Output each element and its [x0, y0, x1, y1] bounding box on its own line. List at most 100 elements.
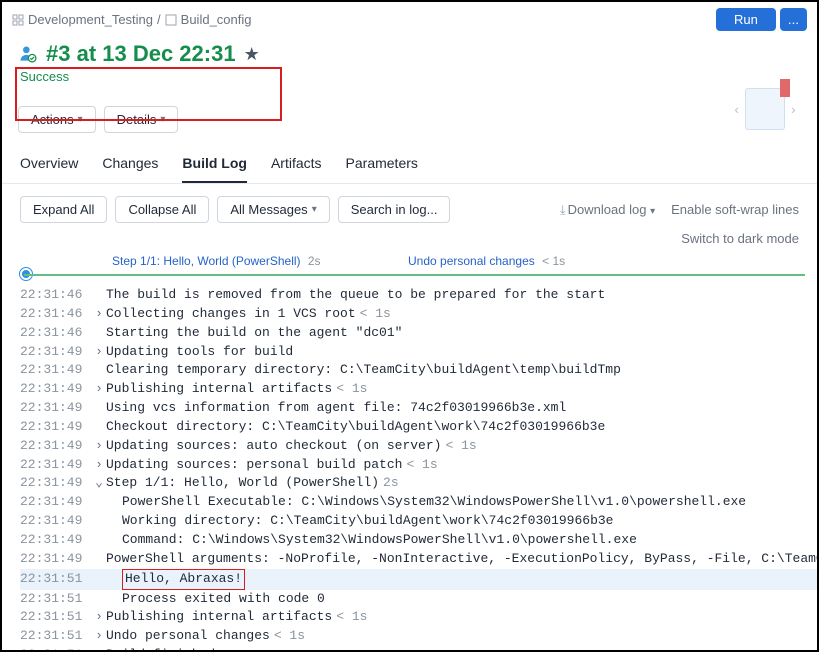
build-timeline[interactable]: Step 1/1: Hello, World (PowerShell) 2s U… — [14, 254, 805, 280]
log-message: Updating sources: personal build patch — [106, 456, 402, 475]
download-icon: ⤓ — [560, 202, 566, 217]
log-message: Collecting changes in 1 VCS root — [106, 305, 356, 324]
log-message: Clearing temporary directory: C:\TeamCit… — [106, 361, 621, 380]
config-icon — [165, 14, 177, 26]
expand-icon[interactable]: › — [92, 627, 106, 646]
build-thumbnail[interactable] — [745, 88, 785, 130]
log-timestamp: 22:31:49 — [20, 474, 92, 493]
all-messages-button[interactable]: All Messages▾ — [217, 196, 329, 223]
timeline-undo-label[interactable]: Undo personal changes < 1s — [408, 254, 565, 268]
log-line[interactable]: 22:31:51 Process exited with code 0 — [20, 590, 817, 609]
prev-build-arrow[interactable]: ‹ — [734, 101, 739, 117]
log-timestamp: 22:31:49 — [20, 418, 92, 437]
breadcrumb: Development_Testing / Build_config — [12, 8, 251, 31]
log-line[interactable]: 22:31:49›Updating tools for build — [20, 343, 817, 362]
download-log-link[interactable]: ⤓Download log ▾ — [560, 202, 655, 218]
thumbnail-marker — [780, 79, 790, 97]
tab-parameters[interactable]: Parameters — [346, 155, 418, 183]
log-timestamp: 22:31:49 — [20, 399, 92, 418]
expand-icon[interactable]: › — [92, 456, 106, 475]
log-line[interactable]: 22:31:49PowerShell Executable: C:\Window… — [20, 493, 817, 512]
build-thumbnail-nav: ‹ › — [725, 79, 805, 139]
collapse-icon[interactable]: ⌄ — [92, 474, 106, 493]
log-duration: < 1s — [445, 437, 476, 456]
log-message: Publishing internal artifacts — [106, 380, 332, 399]
log-line[interactable]: 22:31:49PowerShell arguments: -NoProfile… — [20, 550, 817, 569]
log-line[interactable]: 22:31:49 Clearing temporary directory: C:… — [20, 361, 817, 380]
log-line[interactable]: 22:31:49›Updating sources: personal buil… — [20, 456, 817, 475]
expand-icon[interactable]: › — [92, 305, 106, 324]
log-timestamp: 22:31:49 — [20, 437, 92, 456]
tab-artifacts[interactable]: Artifacts — [271, 155, 322, 183]
next-build-arrow[interactable]: › — [791, 101, 796, 117]
breadcrumb-project[interactable]: Development_Testing — [28, 12, 153, 27]
run-button[interactable]: Run — [716, 8, 776, 31]
log-message: Hello, Abraxas! — [122, 569, 245, 590]
log-timestamp: 22:31:49 — [20, 343, 92, 362]
log-message: Undo personal changes — [106, 627, 270, 646]
log-timestamp: 22:31:51 — [20, 570, 92, 589]
expand-icon[interactable]: › — [92, 437, 106, 456]
actions-button[interactable]: Actions▾ — [18, 106, 96, 133]
log-timestamp: 22:31:49 — [20, 361, 92, 380]
log-message: Updating sources: auto checkout (on serv… — [106, 437, 441, 456]
expand-icon[interactable]: › — [92, 380, 106, 399]
log-timestamp: 22:31:49 — [20, 531, 92, 550]
log-duration: < 1s — [406, 456, 437, 475]
log-line[interactable]: 22:31:51Build finished — [20, 646, 817, 652]
log-timestamp: 22:31:49 — [20, 493, 92, 512]
log-line[interactable]: 22:31:51›Undo personal changes< 1s — [20, 627, 817, 646]
chevron-down-icon: ▾ — [160, 114, 165, 125]
log-timestamp: 22:31:51 — [20, 646, 92, 652]
log-message: Starting the build on the agent "dc01" — [106, 324, 402, 343]
log-message: The build is removed from the queue to b… — [106, 286, 605, 305]
log-line[interactable]: 22:31:51›Publishing internal artifacts< … — [20, 608, 817, 627]
details-button[interactable]: Details▾ — [104, 106, 179, 133]
log-line[interactable]: 22:31:49 Checkout directory: C:\TeamCity\… — [20, 418, 817, 437]
dark-mode-link[interactable]: Switch to dark mode — [681, 231, 799, 246]
chevron-down-icon: ▾ — [312, 204, 317, 215]
build-status: Success — [20, 69, 801, 84]
expand-icon[interactable]: › — [92, 608, 106, 627]
log-duration: 2s — [383, 474, 399, 493]
run-menu-button[interactable]: ... — [780, 8, 807, 31]
tab-overview[interactable]: Overview — [20, 155, 78, 183]
log-line[interactable]: 22:31:49 Command: C:\Windows\System32\Win… — [20, 531, 817, 550]
log-line[interactable]: 22:31:46 The build is removed from the qu… — [20, 286, 817, 305]
log-message: Process exited with code 0 — [122, 590, 325, 609]
log-line[interactable]: 22:31:49›Publishing internal artifacts< … — [20, 380, 817, 399]
expand-all-button[interactable]: Expand All — [20, 196, 107, 223]
expand-icon[interactable]: › — [92, 343, 106, 362]
log-timestamp: 22:31:51 — [20, 590, 92, 609]
log-message: Command: C:\Windows\System32\WindowsPowe… — [122, 531, 637, 550]
tab-build-log[interactable]: Build Log — [182, 155, 247, 183]
log-duration: < 1s — [274, 627, 305, 646]
log-timestamp: 22:31:46 — [20, 286, 92, 305]
log-message: Updating tools for build — [106, 343, 293, 362]
search-in-log-button[interactable]: Search in log... — [338, 196, 451, 223]
favorite-star-icon[interactable]: ★ — [244, 44, 260, 65]
log-timestamp: 22:31:46 — [20, 305, 92, 324]
log-line[interactable]: 22:31:49›Updating sources: auto checkout… — [20, 437, 817, 456]
log-timestamp: 22:31:51 — [20, 627, 92, 646]
softwrap-link[interactable]: Enable soft-wrap lines — [671, 202, 799, 217]
log-timestamp: 22:31:51 — [20, 608, 92, 627]
tab-changes[interactable]: Changes — [102, 155, 158, 183]
personal-build-success-icon — [18, 44, 38, 64]
timeline-track[interactable] — [24, 274, 805, 276]
log-line[interactable]: 22:31:46›Collecting changes in 1 VCS roo… — [20, 305, 817, 324]
log-line[interactable]: 22:31:49Using vcs information from agent… — [20, 399, 817, 418]
log-duration: < 1s — [360, 305, 391, 324]
collapse-all-button[interactable]: Collapse All — [115, 196, 209, 223]
timeline-step-label[interactable]: Step 1/1: Hello, World (PowerShell) 2s — [112, 254, 321, 268]
log-message: Checkout directory: C:\TeamCity\buildAge… — [106, 418, 605, 437]
log-timestamp: 22:31:49 — [20, 512, 92, 531]
chevron-down-icon: ▾ — [650, 206, 655, 217]
grid-icon — [12, 14, 24, 26]
log-line[interactable]: 22:31:46Starting the build on the agent … — [20, 324, 817, 343]
log-message: PowerShell arguments: -NoProfile, -NonIn… — [106, 550, 819, 569]
breadcrumb-config[interactable]: Build_config — [181, 12, 252, 27]
log-line[interactable]: 22:31:51 Hello, Abraxas! — [20, 569, 817, 590]
log-line[interactable]: 22:31:49⌄Step 1/1: Hello, World (PowerSh… — [20, 474, 817, 493]
log-line[interactable]: 22:31:49Working directory: C:\TeamCity\b… — [20, 512, 817, 531]
